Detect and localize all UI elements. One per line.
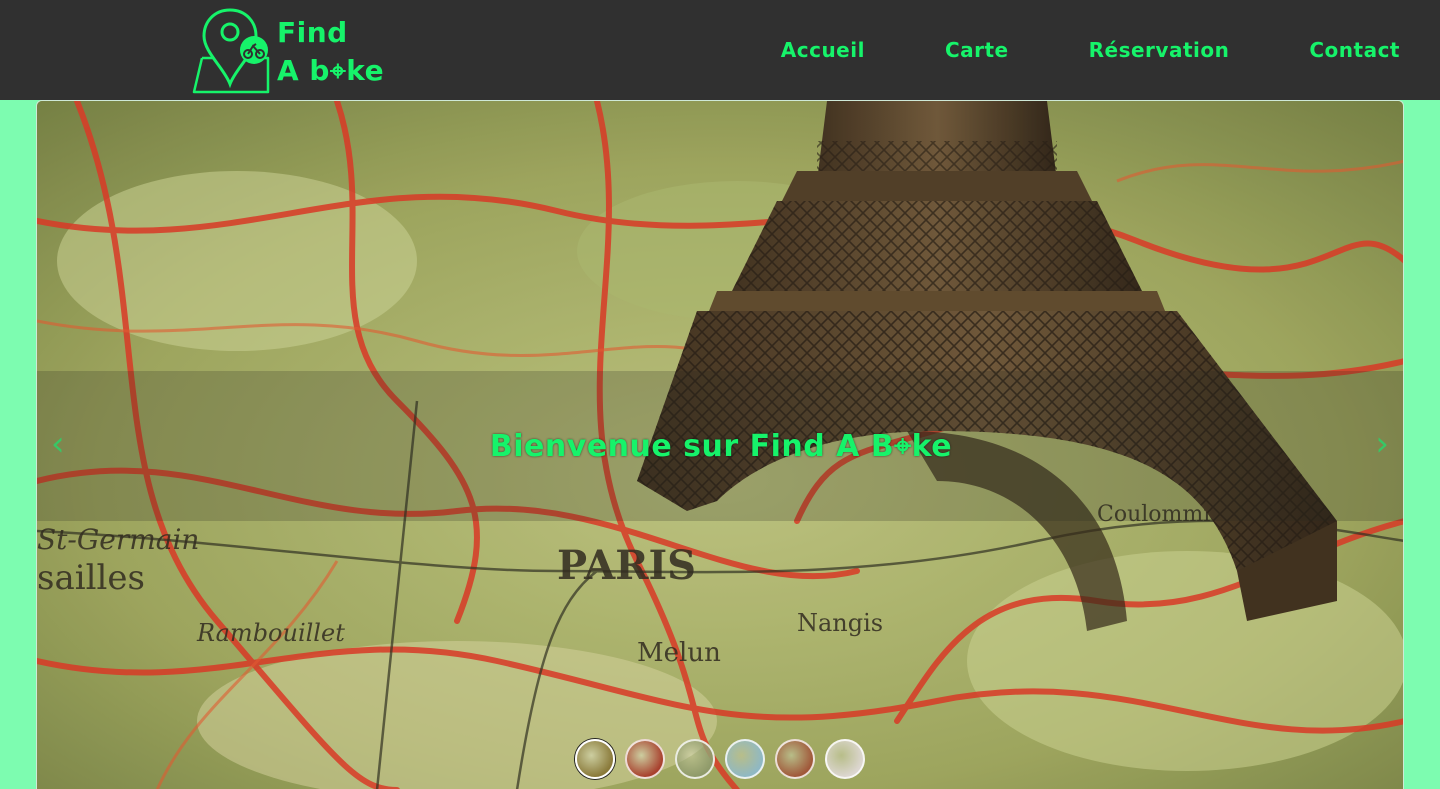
carousel-thumbnail[interactable] (775, 739, 815, 779)
logo-line-1: Find (277, 16, 348, 49)
hero-carousel: PARIS sailles St-Germain Rambouillet Nan… (36, 100, 1404, 789)
carousel-thumbnails (575, 739, 865, 779)
nav-carte[interactable]: Carte (945, 38, 1009, 62)
main-nav: Accueil Carte Réservation Contact (781, 0, 1400, 100)
logo-line-2: A b⌖ke (277, 54, 385, 87)
carousel-next-arrow-icon[interactable]: › (1375, 427, 1389, 461)
map-pin-bike-icon (192, 8, 270, 94)
logo[interactable]: Find A b⌖ke (190, 6, 390, 96)
carousel-thumbnail[interactable] (825, 739, 865, 779)
nav-reservation[interactable]: Réservation (1089, 38, 1230, 62)
nav-accueil[interactable]: Accueil (781, 38, 865, 62)
hero-caption: Bienvenue sur Find A B⌖ke (489, 428, 953, 464)
carousel-thumbnail[interactable] (675, 739, 715, 779)
site-header: Find A b⌖ke Accueil Carte Réservation Co… (0, 0, 1440, 100)
carousel-thumbnail[interactable] (575, 739, 615, 779)
carousel-prev-arrow-icon[interactable]: ‹ (51, 427, 65, 461)
carousel-thumbnail[interactable] (625, 739, 665, 779)
nav-contact[interactable]: Contact (1309, 38, 1400, 62)
carousel-thumbnail[interactable] (725, 739, 765, 779)
logo-wordmark: Find A b⌖ke (277, 14, 384, 90)
caption-band: Bienvenue sur Find A B⌖ke (37, 371, 1403, 521)
